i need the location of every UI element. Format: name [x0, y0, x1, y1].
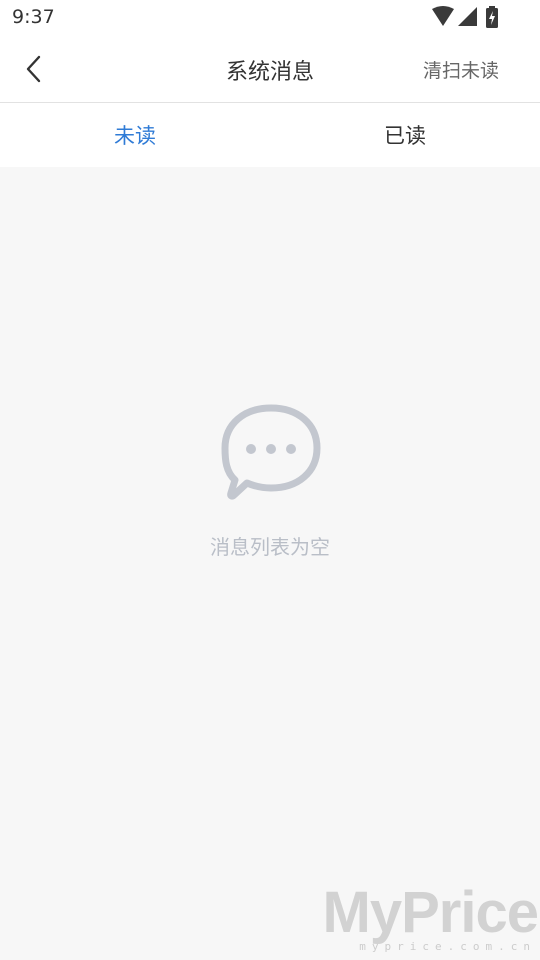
empty-state-message: 消息列表为空	[210, 535, 330, 559]
watermark-brand: MyPrice	[322, 880, 539, 945]
navigation-bar: 系统消息 清扫未读	[0, 36, 540, 103]
tab-read[interactable]: 已读	[270, 103, 540, 167]
cellular-signal-icon	[458, 7, 477, 26]
status-icons	[432, 6, 500, 28]
battery-charging-icon	[486, 6, 498, 28]
watermark: MyPrice myprice.com.cn	[323, 880, 539, 960]
back-button[interactable]	[18, 52, 52, 86]
chevron-left-icon	[26, 55, 41, 83]
wifi-icon	[432, 6, 454, 26]
tab-unread[interactable]: 未读	[0, 103, 270, 167]
watermark-domain: myprice.com.cn	[359, 940, 536, 953]
message-tabs: 未读 已读	[0, 103, 540, 167]
empty-state-icon	[220, 404, 322, 500]
status-bar: 9:37	[0, 0, 540, 36]
chat-bubble-icon	[221, 404, 321, 500]
status-time: 9:37	[12, 6, 55, 28]
clear-unread-button[interactable]: 清扫未读	[423, 56, 499, 83]
